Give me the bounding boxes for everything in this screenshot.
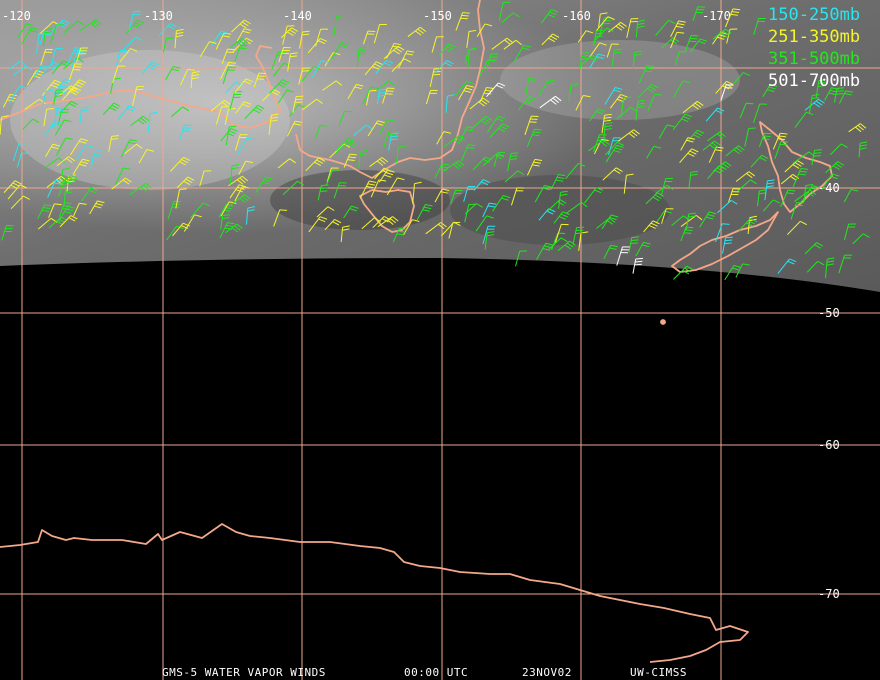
lon-label: -160 (562, 9, 591, 23)
footer-date: 23NOV02 (522, 666, 572, 679)
footer-time: 00:00 UTC (404, 666, 468, 679)
legend-entry-351-500: 351-500mb (768, 49, 860, 69)
lon-label: -120 (2, 9, 31, 23)
legend-entry-150-250: 150-250mb (768, 5, 860, 25)
legend-entry-501-700: 501-700mb (768, 71, 860, 91)
lon-label: -150 (423, 9, 452, 23)
satellite-wind-map: -120 -130 -140 -150 -160 -170 -40 -50 -6… (0, 0, 880, 680)
lat-label: -60 (818, 438, 840, 452)
footer-source: UW-CIMSS (630, 666, 687, 679)
footer-product: GMS-5 WATER VAPOR WINDS (162, 666, 326, 679)
lon-label: -130 (144, 9, 173, 23)
legend-entry-251-350: 251-350mb (768, 27, 860, 47)
lon-label: -140 (283, 9, 312, 23)
island-dot (660, 319, 666, 325)
lon-label: -170 (702, 9, 731, 23)
water-vapor-imagery (0, 0, 880, 292)
lat-label: -40 (818, 181, 840, 195)
lat-label: -70 (818, 587, 840, 601)
lat-label: -50 (818, 306, 840, 320)
pressure-legend: 150-250mb 251-350mb 351-500mb 501-700mb (768, 5, 860, 91)
